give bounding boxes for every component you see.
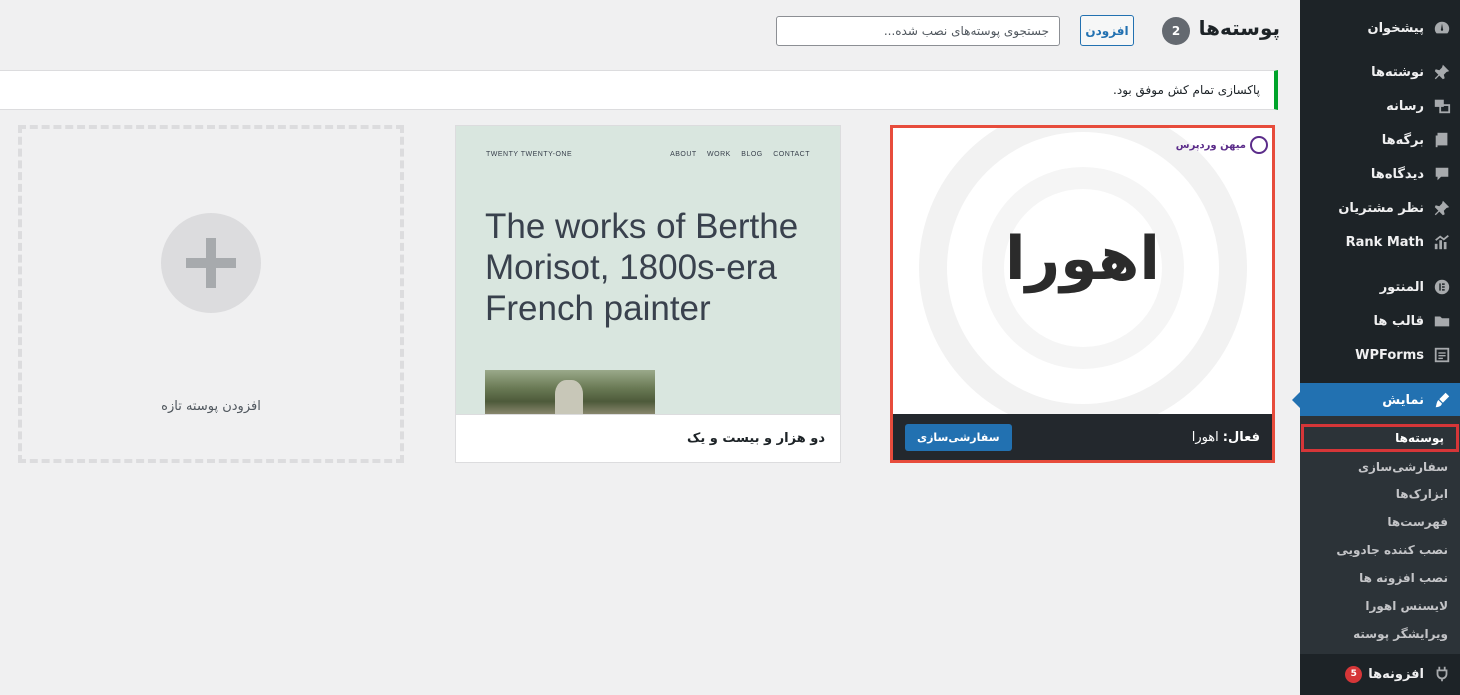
elementor-icon	[1432, 277, 1452, 297]
customize-button[interactable]: سفارشی‌سازی	[905, 423, 1012, 451]
submenu-item-widgets[interactable]: ابزارک‌ها	[1300, 480, 1460, 508]
preview-painting-image	[485, 370, 655, 415]
brand-logo: میهن وردپرس	[1176, 136, 1268, 154]
sidebar-item-label: دیدگاه‌ها	[1370, 166, 1424, 182]
sidebar-item-appearance[interactable]: نمایش	[1292, 383, 1460, 417]
sidebar-item-dashboard[interactable]: پیشخوان	[1300, 11, 1460, 45]
preview-nav: ABOUT WORK BLOG CONTACT	[662, 151, 810, 158]
sidebar-item-label: نوشته‌ها	[1371, 64, 1424, 80]
add-theme-button[interactable]: افزودن	[1080, 15, 1134, 46]
theme-screenshot[interactable]: میهن وردپرس اهورا	[893, 128, 1272, 414]
preview-headline: The works of Berthe Morisot, 1800s-era F…	[485, 207, 799, 328]
theme-card-ahura[interactable]: میهن وردپرس اهورا فعال: اهورا سفارشی‌ساز…	[890, 125, 1275, 463]
sidebar-item-label: WPForms	[1355, 347, 1424, 363]
pages-icon	[1432, 130, 1452, 150]
sidebar-item-label: قالب ها	[1373, 313, 1424, 329]
media-icon	[1432, 96, 1452, 116]
sidebar-item-templates[interactable]: قالب ها	[1300, 304, 1460, 338]
admin-sidebar: پیشخوان نوشته‌ها رسانه برگه‌ها دیدگاه‌ها…	[1292, 0, 1460, 695]
theme-name: اهورا	[1191, 429, 1219, 445]
sidebar-item-label: المنتور	[1379, 279, 1424, 295]
plug-icon	[1432, 664, 1452, 684]
sidebar-item-elementor[interactable]: المنتور	[1300, 270, 1460, 304]
sidebar-item-label: افزونه‌ها	[1368, 666, 1424, 682]
theme-name-bar: دو هزار و بیست و یک	[456, 414, 840, 462]
sidebar-item-wpforms[interactable]: WPForms	[1300, 338, 1460, 372]
brush-icon	[1432, 390, 1452, 410]
submenu-item-setup-wizard[interactable]: نصب کننده جادویی	[1300, 536, 1460, 564]
brand-logo-icon	[1250, 136, 1268, 154]
preview-header: TWENTY TWENTY-ONE ABOUT WORK BLOG CONTAC…	[486, 151, 810, 158]
preview-nav-item: BLOG	[741, 151, 763, 158]
add-new-theme-card[interactable]: افزودن پوسته تازه	[18, 125, 404, 463]
submenu-item-theme-editor[interactable]: ویرایشگر پوسته	[1300, 620, 1460, 648]
search-themes-input[interactable]	[776, 16, 1060, 46]
sidebar-item-rank-math[interactable]: Rank Math	[1300, 225, 1460, 259]
rank-math-icon	[1432, 232, 1452, 252]
active-theme-label: فعال: اهورا	[1192, 430, 1260, 445]
pin-icon	[1432, 62, 1452, 82]
appearance-submenu: پوسته‌ها سفارشی‌سازی ابزارک‌ها فهرست‌ها …	[1300, 416, 1460, 654]
theme-count-badge: 2	[1162, 17, 1190, 45]
active-theme-bar: فعال: اهورا سفارشی‌سازی	[893, 414, 1272, 460]
theme-name: دو هزار و بیست و یک	[687, 431, 825, 446]
submenu-item-install-plugins[interactable]: نصب افزونه ها	[1300, 564, 1460, 592]
preview-nav-item: ABOUT	[670, 151, 697, 158]
comments-icon	[1432, 164, 1452, 184]
submenu-item-ahura-license[interactable]: لایسنس اهورا	[1300, 592, 1460, 620]
preview-nav-item: WORK	[707, 151, 731, 158]
update-count-badge: 5	[1345, 665, 1363, 683]
submenu-item-menus[interactable]: فهرست‌ها	[1300, 508, 1460, 536]
sidebar-item-comments[interactable]: دیدگاه‌ها	[1300, 157, 1460, 191]
active-prefix: فعال:	[1222, 429, 1260, 445]
plus-icon	[161, 213, 261, 313]
preview-site-title: TWENTY TWENTY-ONE	[486, 151, 573, 158]
submenu-item-themes[interactable]: پوسته‌ها	[1301, 424, 1459, 452]
sidebar-item-label: پیشخوان	[1367, 20, 1425, 36]
sidebar-item-label: نظر مشتریان	[1338, 200, 1424, 216]
sidebar-item-pages[interactable]: برگه‌ها	[1300, 123, 1460, 157]
preview-nav-item: CONTACT	[773, 151, 810, 158]
sidebar-item-plugins[interactable]: افزونه‌ها 5	[1300, 657, 1460, 691]
wpforms-icon	[1432, 345, 1452, 365]
folder-icon	[1432, 311, 1452, 331]
sidebar-item-label: نمایش	[1382, 392, 1424, 408]
theme-screenshot[interactable]: TWENTY TWENTY-ONE ABOUT WORK BLOG CONTAC…	[456, 126, 840, 415]
notice-text: پاکسازی تمام کش موفق بود.	[1113, 83, 1260, 97]
sidebar-item-label: برگه‌ها	[1381, 132, 1424, 148]
theme-card-twenty-twenty-one[interactable]: TWENTY TWENTY-ONE ABOUT WORK BLOG CONTAC…	[455, 125, 841, 463]
brand-name: میهن وردپرس	[1175, 139, 1246, 151]
pin-icon	[1432, 198, 1452, 218]
page-title: پوسته‌ها	[1198, 16, 1280, 40]
success-notice: پاکسازی تمام کش موفق بود.	[0, 70, 1278, 110]
add-new-theme-label: افزودن پوسته تازه	[161, 399, 261, 414]
theme-preview-title: اهورا	[1005, 224, 1160, 294]
sidebar-item-label: رسانه	[1386, 98, 1424, 114]
sidebar-item-testimonials[interactable]: نظر مشتریان	[1300, 191, 1460, 225]
sidebar-item-label: Rank Math	[1345, 234, 1424, 250]
sidebar-item-posts[interactable]: نوشته‌ها	[1300, 55, 1460, 89]
sidebar-item-media[interactable]: رسانه	[1300, 89, 1460, 123]
submenu-item-customize[interactable]: سفارشی‌سازی	[1300, 453, 1460, 481]
dashboard-icon	[1432, 18, 1452, 38]
